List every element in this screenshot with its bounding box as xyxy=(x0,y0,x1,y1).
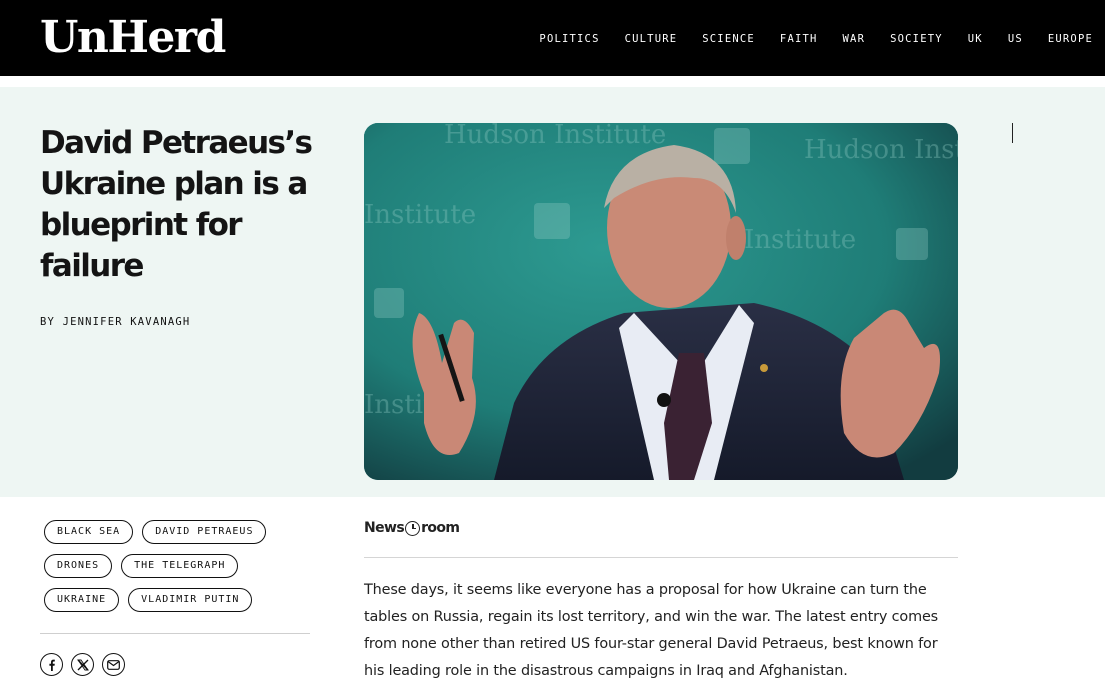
clock-icon xyxy=(405,520,421,536)
nav-us[interactable]: US xyxy=(1008,33,1023,45)
facebook-icon xyxy=(48,659,55,671)
tag-list: BLACK SEA DAVID PETRAEUS DRONES THE TELE… xyxy=(44,520,314,622)
text-cursor xyxy=(1012,123,1013,143)
site-header: UnHerd POLITICS CULTURE SCIENCE FAITH WA… xyxy=(0,0,1105,76)
tag-ukraine[interactable]: UKRAINE xyxy=(44,588,120,612)
article-byline[interactable]: BY JENNIFER KAVANAGH xyxy=(40,316,190,328)
x-share-button[interactable] xyxy=(71,653,94,676)
nav-science[interactable]: SCIENCE xyxy=(702,33,755,45)
hero-image: Hudson Institute Hudson Institute Instit… xyxy=(364,123,958,480)
article-headline: David Petraeus’s Ukraine plan is a bluep… xyxy=(40,125,313,284)
email-share-button[interactable] xyxy=(102,653,125,676)
nav-europe[interactable]: EUROPE xyxy=(1048,33,1093,45)
nav-society[interactable]: SOCIETY xyxy=(890,33,943,45)
tag-vladimir-putin[interactable]: VLADIMIR PUTIN xyxy=(128,588,253,612)
sidebar-divider xyxy=(40,633,310,634)
nav-war[interactable]: WAR xyxy=(843,33,866,45)
nav-politics[interactable]: POLITICS xyxy=(539,33,599,45)
tag-david-petraeus[interactable]: DAVID PETRAEUS xyxy=(142,520,267,544)
tag-row: BLACK SEA DAVID PETRAEUS xyxy=(44,520,314,544)
tag-black-sea[interactable]: BLACK SEA xyxy=(44,520,134,544)
tag-row: UKRAINE VLADIMIR PUTIN xyxy=(44,588,314,612)
facebook-share-button[interactable] xyxy=(40,653,63,676)
tag-the-telegraph[interactable]: THE TELEGRAPH xyxy=(121,554,239,578)
nav-culture[interactable]: CULTURE xyxy=(625,33,678,45)
bg-text: Hudson Institute xyxy=(444,123,666,150)
newsroom-logo[interactable]: News room xyxy=(364,520,460,536)
content-divider xyxy=(364,557,958,558)
nav-uk[interactable]: UK xyxy=(968,33,983,45)
share-buttons xyxy=(40,653,125,676)
main-nav: POLITICS CULTURE SCIENCE FAITH WAR SOCIE… xyxy=(514,33,1093,45)
x-icon xyxy=(76,659,89,670)
newsroom-left: News xyxy=(364,520,405,536)
article-body: These days, it seems like everyone has a… xyxy=(364,582,938,679)
tag-row: DRONES THE TELEGRAPH xyxy=(44,554,314,578)
tag-drones[interactable]: DRONES xyxy=(44,554,113,578)
bg-text: Institute xyxy=(364,200,476,230)
nav-faith[interactable]: FAITH xyxy=(780,33,818,45)
bg-text: Hudson Institute xyxy=(804,135,958,165)
newsroom-right: room xyxy=(421,520,460,536)
site-logo[interactable]: UnHerd xyxy=(40,12,226,64)
bg-text: Institute xyxy=(744,225,856,255)
email-icon xyxy=(107,659,120,670)
